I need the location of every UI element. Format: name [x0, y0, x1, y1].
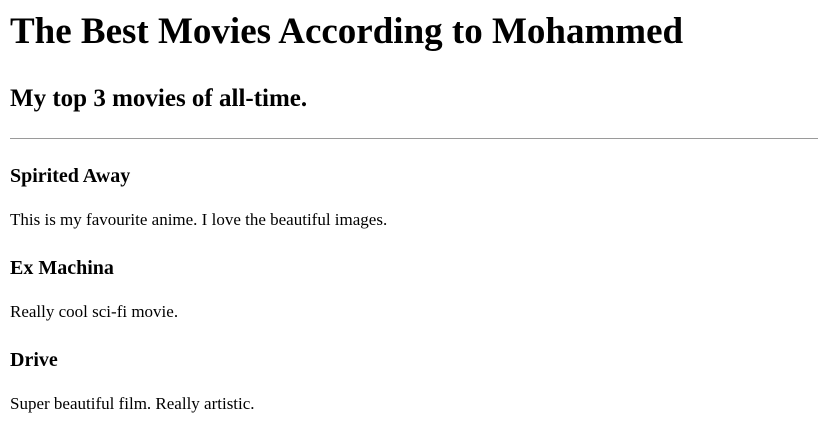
movie-description-drive: Super beautiful film. Really artistic. — [10, 394, 255, 413]
page-title: The Best Movies According to Mohammed — [10, 11, 684, 52]
movie-title-drive: Drive — [10, 349, 58, 371]
movie-title-spirited-away: Spirited Away — [10, 165, 131, 187]
movie-description-spirited-away: This is my favourite anime. I love the b… — [10, 210, 388, 229]
page-subtitle: My top 3 movies of all-time. — [10, 85, 308, 112]
movie-description-ex-machina: Really cool sci-fi movie. — [10, 302, 179, 321]
movie-title-ex-machina: Ex Machina — [10, 257, 114, 279]
movie-list: Spirited Away This is my favourite anime… — [10, 164, 818, 415]
page-content: The Best Movies According to Mohammed My… — [0, 12, 828, 415]
divider — [10, 138, 818, 139]
